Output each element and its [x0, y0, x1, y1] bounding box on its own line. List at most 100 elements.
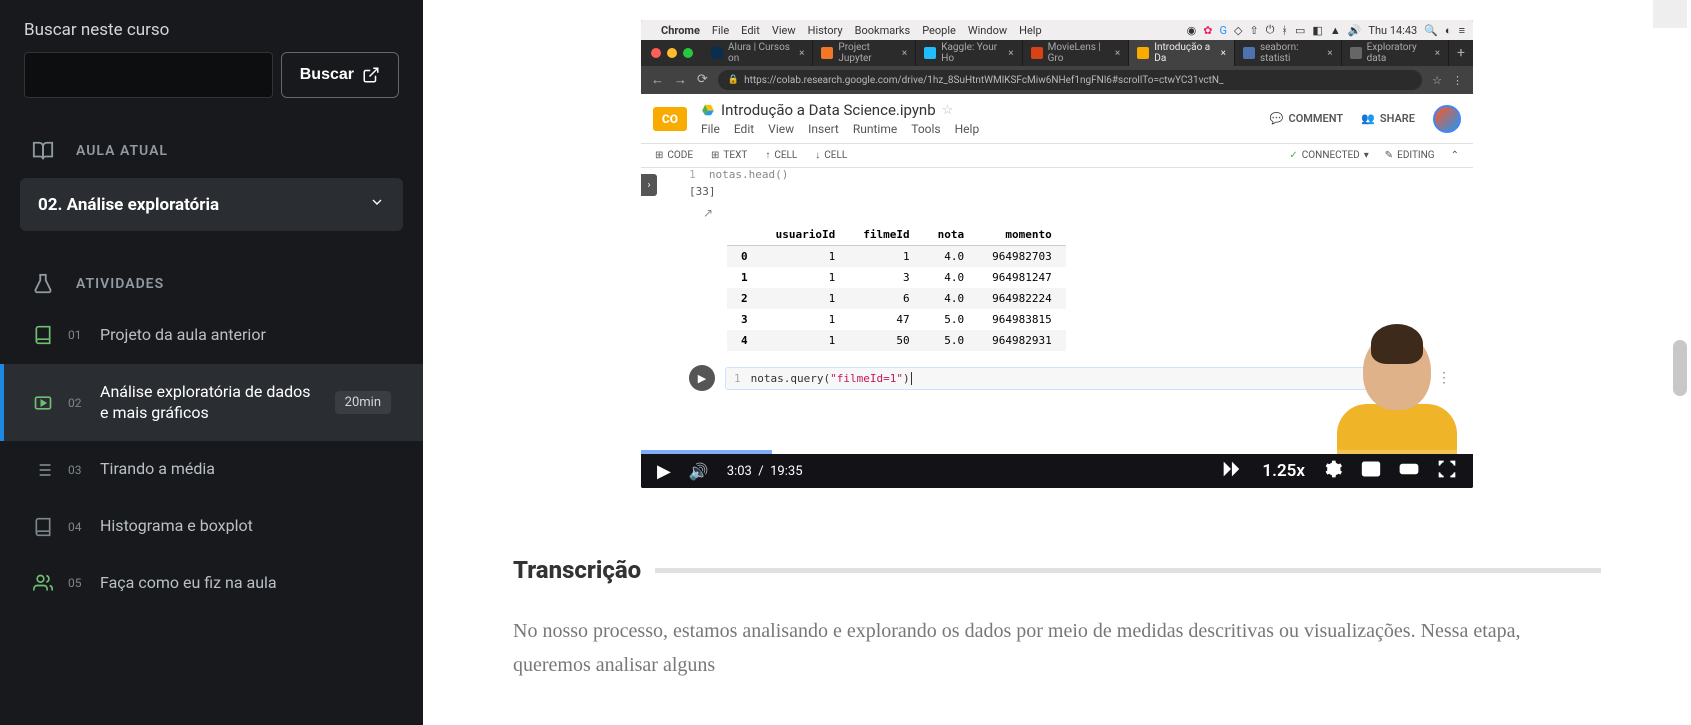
activity-item-04[interactable]: 04 Histograma e boxplot [0, 498, 423, 555]
duration-badge: 20min [335, 391, 391, 414]
comment-button: 💬COMMENT [1270, 112, 1343, 125]
activity-idx: 04 [68, 520, 86, 534]
section-current-label: AULA ATUAL [76, 143, 168, 159]
browser-nav-icons: ←→⟳ [651, 72, 708, 88]
section-activities-header: ATIVIDADES [0, 255, 423, 307]
macos-menubar: Chrome File Edit View History Bookmarks … [641, 20, 1473, 40]
search-button[interactable]: Buscar [281, 52, 399, 98]
video-frame[interactable]: Chrome File Edit View History Bookmarks … [641, 20, 1473, 488]
table-row: 1134.0964981247 [727, 267, 1066, 288]
book-icon [32, 517, 54, 537]
pip-button[interactable] [1361, 459, 1381, 483]
current-lesson-title: 02. Análise exploratória [38, 195, 219, 215]
cell-up-button: ↑CELL [765, 150, 797, 161]
user-avatar [1433, 105, 1461, 133]
editing-status: ✎EDITING [1385, 150, 1435, 161]
add-code-button: ⊞CODE [655, 150, 693, 161]
gdrive-icon [701, 103, 715, 117]
chevron-down-icon [369, 194, 385, 215]
mac-menu-item: Window [968, 24, 1007, 37]
transcription-section: Transcrição No nosso processo, estamos a… [513, 556, 1601, 682]
browser-tab: Project Jupyter× [813, 40, 916, 66]
activity-item-05[interactable]: 05 Faça como eu fiz na aula [0, 555, 423, 612]
video-controls: ▶ 🔊 3:03 / 19:35 1.25x [641, 454, 1473, 488]
mac-status-icons: ◉✿G◇⇧⏻ᚼ▭◧▲🔊 Thu 14:43 🔍◐≡ [1187, 23, 1465, 37]
playback-speed[interactable]: 1.25x [1262, 461, 1305, 481]
url-field: 🔒 https://colab.research.google.com/driv… [718, 70, 1422, 90]
browser-tab: seaborn: statisti× [1235, 40, 1342, 66]
page-scrollbar-thumb[interactable] [1673, 340, 1687, 396]
mac-app-name: Chrome [661, 24, 700, 37]
expand-sidebar-icon: › [641, 174, 657, 196]
activity-title: Projeto da aula anterior [100, 325, 391, 346]
activity-item-01[interactable]: 01 Projeto da aula anterior [0, 307, 423, 364]
comment-icon: 💬 [1270, 112, 1284, 125]
dataframe-table: usuarioId filmeId nota momento 0114.0964… [727, 224, 1066, 351]
transcription-title: Transcrição [513, 556, 641, 584]
progress-bar[interactable] [641, 450, 1473, 454]
colab-logo-icon: CO [653, 107, 687, 131]
mac-menu-item: People [922, 24, 956, 37]
search-input[interactable] [24, 52, 273, 98]
search-label: Buscar neste curso [24, 20, 399, 40]
theater-button[interactable] [1399, 459, 1419, 483]
current-lesson-dropdown[interactable]: 02. Análise exploratória [20, 178, 403, 231]
table-row: 41505.0964982931 [727, 330, 1066, 351]
star-icon: ☆ [942, 103, 954, 118]
main-content: Chrome File Edit View History Bookmarks … [423, 0, 1691, 725]
lock-icon: 🔒 [728, 75, 739, 85]
play-button[interactable]: ▶ [657, 461, 671, 482]
activity-title: Análise exploratória de dados e mais grá… [100, 382, 321, 424]
browser-tab: Kaggle: Your Ho× [916, 40, 1022, 66]
section-current-header: AULA ATUAL [0, 122, 423, 174]
share-icon: 👥 [1361, 112, 1375, 125]
divider [655, 568, 1601, 573]
table-row: 2164.0964982224 [727, 288, 1066, 309]
activity-idx: 02 [68, 396, 86, 410]
flask-icon [32, 273, 54, 295]
browser-tab: Exploratory data× [1342, 40, 1449, 66]
people-icon [32, 573, 54, 593]
mac-menu-item: Help [1019, 24, 1042, 37]
settings-button[interactable] [1323, 459, 1343, 483]
close-dot-icon [651, 48, 661, 58]
chevron-up-icon: ⌃ [1451, 150, 1459, 161]
code-input: 1 notas.query("filmeId=1") [725, 367, 1427, 390]
activity-item-02[interactable]: 02 Análise exploratória de dados e mais … [0, 364, 423, 442]
notebook-title: Introdução a Data Science.ipynb [721, 101, 936, 119]
search-button-label: Buscar [300, 66, 354, 84]
activity-idx: 03 [68, 463, 86, 477]
mac-menu-item: Edit [741, 24, 760, 37]
new-tab-icon: + [1449, 40, 1473, 66]
time-display: 3:03 / 19:35 [727, 464, 803, 479]
run-cell-button: ▶ [689, 365, 715, 391]
mac-clock: Thu 14:43 [1368, 24, 1417, 37]
search-row: Buscar [24, 52, 399, 98]
output-actions-icon: ↗ [703, 206, 713, 220]
book-open-icon [32, 140, 54, 162]
browser-tab-active: Introdução a Da× [1129, 40, 1235, 66]
activity-item-03[interactable]: 03 Tirando a média [0, 441, 423, 498]
transcription-body: No nosso processo, estamos analisando e … [513, 614, 1601, 682]
browser-tab-strip: Alura | Cursos on× Project Jupyter× Kagg… [641, 40, 1473, 66]
colab-toolbar: ⊞CODE ⊞TEXT ↑CELL ↓CELL ✓CONNECTED▾ ✎EDI… [641, 144, 1473, 168]
fullscreen-button[interactable] [1437, 459, 1457, 483]
video-player: Chrome File Edit View History Bookmarks … [641, 20, 1473, 488]
browser-url-bar: ←→⟳ 🔒 https://colab.research.google.com/… [641, 66, 1473, 94]
volume-button[interactable]: 🔊 [689, 462, 709, 481]
zoom-dot-icon [683, 48, 693, 58]
connection-status: ✓CONNECTED▾ [1289, 150, 1368, 161]
table-row: 31475.0964983815 [727, 309, 1066, 330]
top-right-corner [1653, 0, 1687, 28]
activity-idx: 01 [68, 328, 86, 342]
section-activities-label: ATIVIDADES [76, 276, 164, 292]
mac-menu-item: History [808, 24, 843, 37]
browser-tab: Alura | Cursos on× [703, 40, 813, 66]
skip-forward-button[interactable] [1218, 458, 1244, 484]
window-traffic-lights [641, 40, 703, 66]
book-icon [32, 325, 54, 345]
activity-title: Tirando a média [100, 459, 391, 480]
cell-down-button: ↓CELL [815, 150, 847, 161]
browser-tab: MovieLens | Gro× [1023, 40, 1130, 66]
video-icon [32, 393, 54, 413]
